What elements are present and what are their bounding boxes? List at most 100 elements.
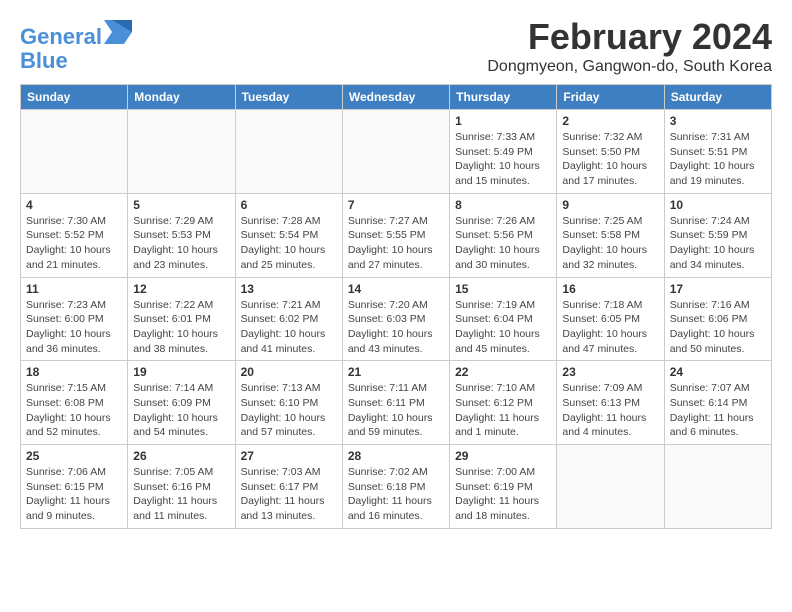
calendar-cell: 19 Sunrise: 7:14 AM Sunset: 6:09 PM Dayli… — [128, 361, 235, 445]
day-number: 19 — [133, 365, 229, 379]
calendar-week-4: 18 Sunrise: 7:15 AM Sunset: 6:08 PM Dayli… — [21, 361, 772, 445]
logo-blue-text: Blue — [20, 49, 132, 73]
calendar-cell — [21, 110, 128, 194]
page-header: General Blue February 2024 Dongmyeon, Ga… — [20, 16, 772, 76]
day-number: 12 — [133, 282, 229, 296]
day-number: 14 — [348, 282, 444, 296]
day-number: 9 — [562, 198, 658, 212]
header-tuesday: Tuesday — [235, 85, 342, 110]
header-monday: Monday — [128, 85, 235, 110]
day-info: Sunrise: 7:11 AM Sunset: 6:11 PM Dayligh… — [348, 381, 444, 440]
day-number: 7 — [348, 198, 444, 212]
calendar-cell: 26 Sunrise: 7:05 AM Sunset: 6:16 PM Dayli… — [128, 445, 235, 529]
day-info: Sunrise: 7:32 AM Sunset: 5:50 PM Dayligh… — [562, 130, 658, 189]
day-number: 25 — [26, 449, 122, 463]
calendar-cell: 20 Sunrise: 7:13 AM Sunset: 6:10 PM Dayli… — [235, 361, 342, 445]
day-info: Sunrise: 7:16 AM Sunset: 6:06 PM Dayligh… — [670, 298, 766, 357]
day-info: Sunrise: 7:28 AM Sunset: 5:54 PM Dayligh… — [241, 214, 337, 273]
day-info: Sunrise: 7:03 AM Sunset: 6:17 PM Dayligh… — [241, 465, 337, 524]
calendar-cell: 21 Sunrise: 7:11 AM Sunset: 6:11 PM Dayli… — [342, 361, 449, 445]
header-thursday: Thursday — [450, 85, 557, 110]
calendar-cell: 15Sunrise: 7:19 AM Sunset: 6:04 PM Dayli… — [450, 277, 557, 361]
header-friday: Friday — [557, 85, 664, 110]
calendar-cell — [664, 445, 771, 529]
day-info: Sunrise: 7:25 AM Sunset: 5:58 PM Dayligh… — [562, 214, 658, 273]
calendar-cell: 12 Sunrise: 7:22 AM Sunset: 6:01 PM Dayli… — [128, 277, 235, 361]
logo-text: General — [20, 20, 132, 49]
header-wednesday: Wednesday — [342, 85, 449, 110]
subtitle: Dongmyeon, Gangwon-do, South Korea — [487, 58, 772, 76]
calendar-cell: 10Sunrise: 7:24 AM Sunset: 5:59 PM Dayli… — [664, 193, 771, 277]
calendar-cell: 11Sunrise: 7:23 AM Sunset: 6:00 PM Dayli… — [21, 277, 128, 361]
calendar-cell: 14 Sunrise: 7:20 AM Sunset: 6:03 PM Dayli… — [342, 277, 449, 361]
calendar-week-1: 1 Sunrise: 7:33 AM Sunset: 5:49 PM Daylig… — [21, 110, 772, 194]
day-number: 5 — [133, 198, 229, 212]
day-number: 23 — [562, 365, 658, 379]
calendar-cell: 1 Sunrise: 7:33 AM Sunset: 5:49 PM Daylig… — [450, 110, 557, 194]
calendar-cell — [235, 110, 342, 194]
day-info: Sunrise: 7:30 AM Sunset: 5:52 PM Dayligh… — [26, 214, 122, 273]
title-section: February 2024 Dongmyeon, Gangwon-do, Sou… — [487, 16, 772, 76]
calendar-cell: 3 Sunrise: 7:31 AM Sunset: 5:51 PM Daylig… — [664, 110, 771, 194]
day-info: Sunrise: 7:26 AM Sunset: 5:56 PM Dayligh… — [455, 214, 551, 273]
calendar-cell: 6 Sunrise: 7:28 AM Sunset: 5:54 PM Daylig… — [235, 193, 342, 277]
day-number: 26 — [133, 449, 229, 463]
header-sunday: Sunday — [21, 85, 128, 110]
calendar-cell: 28 Sunrise: 7:02 AM Sunset: 6:18 PM Dayli… — [342, 445, 449, 529]
day-info: Sunrise: 7:06 AM Sunset: 6:15 PM Dayligh… — [26, 465, 122, 524]
day-info: Sunrise: 7:31 AM Sunset: 5:51 PM Dayligh… — [670, 130, 766, 189]
logo: General Blue — [20, 20, 132, 73]
calendar-cell: 18 Sunrise: 7:15 AM Sunset: 6:08 PM Dayli… — [21, 361, 128, 445]
calendar-cell: 25 Sunrise: 7:06 AM Sunset: 6:15 PM Dayli… — [21, 445, 128, 529]
day-number: 20 — [241, 365, 337, 379]
calendar-cell: 24 Sunrise: 7:07 AM Sunset: 6:14 PM Dayli… — [664, 361, 771, 445]
calendar-cell: 27Sunrise: 7:03 AM Sunset: 6:17 PM Dayli… — [235, 445, 342, 529]
calendar-table: Sunday Monday Tuesday Wednesday Thursday… — [20, 84, 772, 529]
calendar-cell: 9 Sunrise: 7:25 AM Sunset: 5:58 PM Daylig… — [557, 193, 664, 277]
day-info: Sunrise: 7:05 AM Sunset: 6:16 PM Dayligh… — [133, 465, 229, 524]
day-number: 29 — [455, 449, 551, 463]
calendar-cell: 29Sunrise: 7:00 AM Sunset: 6:19 PM Dayli… — [450, 445, 557, 529]
day-number: 21 — [348, 365, 444, 379]
main-title: February 2024 — [487, 16, 772, 58]
day-number: 24 — [670, 365, 766, 379]
day-number: 28 — [348, 449, 444, 463]
calendar-cell: 7 Sunrise: 7:27 AM Sunset: 5:55 PM Daylig… — [342, 193, 449, 277]
calendar-cell — [128, 110, 235, 194]
day-info: Sunrise: 7:15 AM Sunset: 6:08 PM Dayligh… — [26, 381, 122, 440]
day-number: 3 — [670, 114, 766, 128]
day-number: 13 — [241, 282, 337, 296]
calendar-cell — [557, 445, 664, 529]
calendar-cell: 13 Sunrise: 7:21 AM Sunset: 6:02 PM Dayli… — [235, 277, 342, 361]
day-info: Sunrise: 7:02 AM Sunset: 6:18 PM Dayligh… — [348, 465, 444, 524]
calendar-header-row: Sunday Monday Tuesday Wednesday Thursday… — [21, 85, 772, 110]
day-info: Sunrise: 7:33 AM Sunset: 5:49 PM Dayligh… — [455, 130, 551, 189]
header-saturday: Saturday — [664, 85, 771, 110]
day-info: Sunrise: 7:29 AM Sunset: 5:53 PM Dayligh… — [133, 214, 229, 273]
day-info: Sunrise: 7:20 AM Sunset: 6:03 PM Dayligh… — [348, 298, 444, 357]
day-info: Sunrise: 7:13 AM Sunset: 6:10 PM Dayligh… — [241, 381, 337, 440]
day-info: Sunrise: 7:07 AM Sunset: 6:14 PM Dayligh… — [670, 381, 766, 440]
calendar-cell: 22Sunrise: 7:10 AM Sunset: 6:12 PM Dayli… — [450, 361, 557, 445]
day-info: Sunrise: 7:22 AM Sunset: 6:01 PM Dayligh… — [133, 298, 229, 357]
day-number: 18 — [26, 365, 122, 379]
day-number: 8 — [455, 198, 551, 212]
day-info: Sunrise: 7:14 AM Sunset: 6:09 PM Dayligh… — [133, 381, 229, 440]
calendar-cell — [342, 110, 449, 194]
day-number: 11 — [26, 282, 122, 296]
calendar-week-3: 11Sunrise: 7:23 AM Sunset: 6:00 PM Dayli… — [21, 277, 772, 361]
day-number: 2 — [562, 114, 658, 128]
day-info: Sunrise: 7:27 AM Sunset: 5:55 PM Dayligh… — [348, 214, 444, 273]
day-info: Sunrise: 7:24 AM Sunset: 5:59 PM Dayligh… — [670, 214, 766, 273]
calendar-cell: 5 Sunrise: 7:29 AM Sunset: 5:53 PM Daylig… — [128, 193, 235, 277]
calendar-week-2: 4Sunrise: 7:30 AM Sunset: 5:52 PM Daylig… — [21, 193, 772, 277]
calendar-cell: 4Sunrise: 7:30 AM Sunset: 5:52 PM Daylig… — [21, 193, 128, 277]
day-number: 22 — [455, 365, 551, 379]
day-number: 6 — [241, 198, 337, 212]
day-info: Sunrise: 7:18 AM Sunset: 6:05 PM Dayligh… — [562, 298, 658, 357]
calendar-cell: 17Sunrise: 7:16 AM Sunset: 6:06 PM Dayli… — [664, 277, 771, 361]
calendar-cell: 8 Sunrise: 7:26 AM Sunset: 5:56 PM Daylig… — [450, 193, 557, 277]
day-info: Sunrise: 7:09 AM Sunset: 6:13 PM Dayligh… — [562, 381, 658, 440]
day-number: 1 — [455, 114, 551, 128]
day-info: Sunrise: 7:21 AM Sunset: 6:02 PM Dayligh… — [241, 298, 337, 357]
